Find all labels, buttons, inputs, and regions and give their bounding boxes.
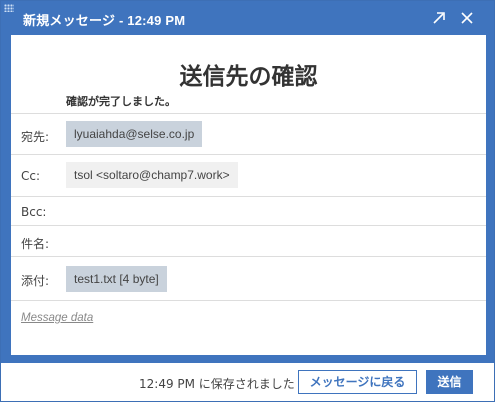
back-to-message-button[interactable]: メッセージに戻る [298, 370, 417, 394]
send-button[interactable]: 送信 [426, 370, 473, 394]
to-label: 宛先: [21, 130, 50, 144]
to-recipient: lyuaiahda@selse.co.jp [66, 121, 203, 147]
bcc-label: Bcc: [21, 205, 47, 219]
window-title: 新規メッセージ - 12:49 PM [23, 13, 186, 28]
message-data-link[interactable]: Message data [21, 312, 93, 324]
subject-label: 件名: [21, 237, 50, 251]
confirm-subheading: 確認が完了しました。 [66, 95, 176, 108]
saved-status: 12:49 PM に保存されました [139, 377, 295, 391]
confirmation-panel: 送信先の確認 確認が完了しました。 宛先: lyuaiahda@selse.co… [11, 35, 486, 355]
subject-row: 件名: [11, 225, 486, 257]
cc-label: Cc: [21, 169, 41, 183]
attachment-row: 添付: test1.txt [4 byte] [11, 256, 486, 301]
new-message-window: 新規メッセージ - 12:49 PM 送信先の確認 確認が完了しました。 宛先:… [0, 0, 495, 402]
drag-handle-icon[interactable] [4, 4, 14, 12]
cc-row: Cc: tsol <soltaro@champ7.work> [11, 154, 486, 197]
bcc-row: Bcc: [11, 196, 486, 226]
expand-icon[interactable] [429, 8, 449, 28]
attachment-chip: test1.txt [4 byte] [66, 266, 167, 292]
close-icon[interactable] [457, 8, 477, 28]
cc-recipient: tsol <soltaro@champ7.work> [66, 162, 238, 188]
footer-bar: 12:49 PM に保存されました メッセージに戻る 送信 [1, 363, 494, 401]
confirm-heading: 送信先の確認 [179, 64, 318, 90]
title-bar[interactable]: 新規メッセージ - 12:49 PM [1, 1, 494, 35]
to-row: 宛先: lyuaiahda@selse.co.jp [11, 113, 486, 155]
attachment-label: 添付: [21, 274, 50, 288]
